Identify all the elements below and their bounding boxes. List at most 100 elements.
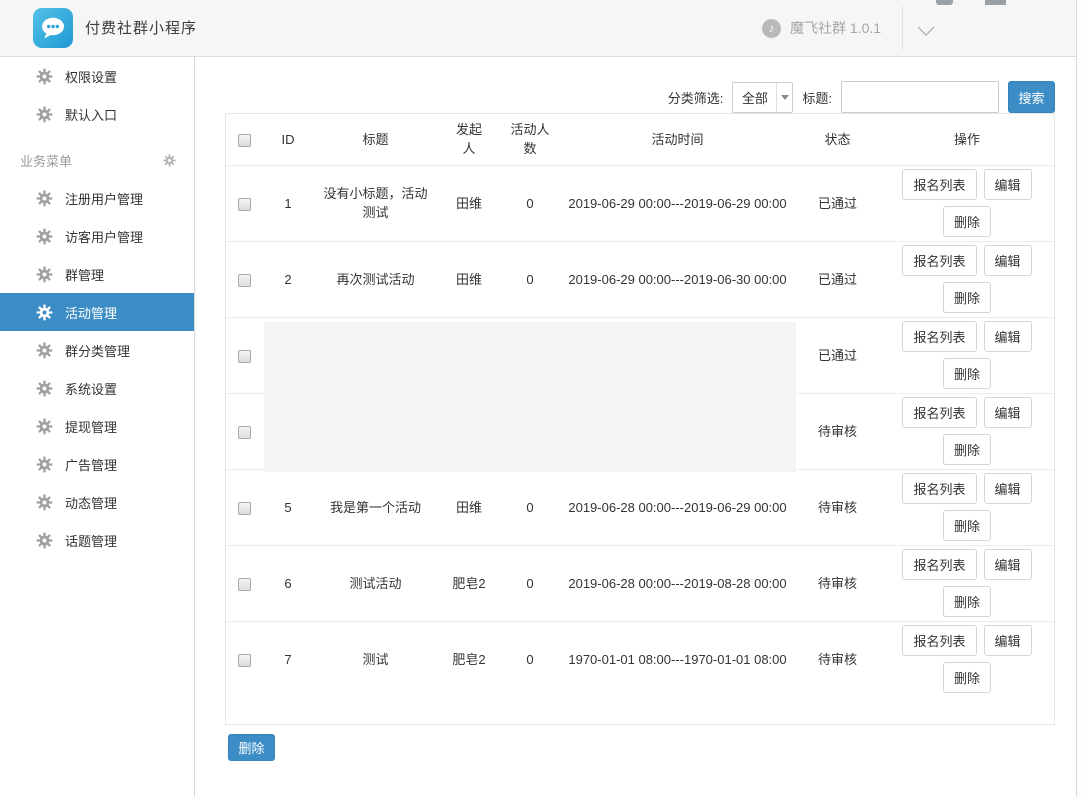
category-select[interactable]: 全部 xyxy=(732,82,793,113)
row-checkbox[interactable] xyxy=(238,274,251,287)
delete-button[interactable]: 删除 xyxy=(943,510,991,541)
signup-list-button[interactable]: 报名列表 xyxy=(902,473,976,504)
sidebar-item-12[interactable]: 话题管理 xyxy=(0,521,194,559)
main-content: 分类筛选: 全部 标题: 搜索 ID标题发起人活动人数活动时间状态操作 1没有小… xyxy=(196,57,1076,797)
page: 付费社群小程序 ♪ 魔飞社群 1.0.1 权限设置 xyxy=(0,0,1087,797)
gear-icon xyxy=(36,342,53,359)
signup-list-button[interactable]: 报名列表 xyxy=(902,625,976,656)
sidebar-item-5[interactable]: 群管理 xyxy=(0,255,194,293)
column-header: ID xyxy=(282,130,295,149)
cell-title: 测试活动 xyxy=(349,574,401,593)
header-divider xyxy=(902,6,903,50)
gear-icon xyxy=(36,304,53,321)
sidebar-item-label: 注册用户管理 xyxy=(65,189,143,208)
browser-artifact-arrow xyxy=(936,0,953,5)
edit-button[interactable]: 编辑 xyxy=(984,321,1032,352)
sidebar-item-8[interactable]: 系统设置 xyxy=(0,369,194,407)
cell-participants: 0 xyxy=(526,574,533,593)
cell-time: 2019-06-28 00:00---2019-06-29 00:00 xyxy=(568,498,786,517)
edit-button[interactable]: 编辑 xyxy=(984,397,1032,428)
delete-button[interactable]: 删除 xyxy=(943,358,991,389)
delete-button[interactable]: 删除 xyxy=(943,206,991,237)
sidebar-item-3[interactable]: 注册用户管理 xyxy=(0,179,194,217)
dropdown-arrow-icon[interactable] xyxy=(776,83,792,112)
sidebar-item-7[interactable]: 群分类管理 xyxy=(0,331,194,369)
edit-button[interactable]: 编辑 xyxy=(984,169,1032,200)
sidebar-item-label: 话题管理 xyxy=(65,531,117,550)
edit-button[interactable]: 编辑 xyxy=(984,473,1032,504)
cell-initiator: 肥皂2 xyxy=(452,650,485,669)
cell-status: 待审核 xyxy=(818,650,857,669)
delete-button[interactable]: 删除 xyxy=(943,282,991,313)
gear-icon[interactable] xyxy=(163,154,176,167)
signup-list-button[interactable]: 报名列表 xyxy=(902,169,976,200)
gear-icon xyxy=(36,228,53,245)
sidebar-item-0[interactable]: 权限设置 xyxy=(0,57,194,95)
delete-button[interactable]: 删除 xyxy=(943,586,991,617)
gear-icon xyxy=(36,494,53,511)
search-button[interactable]: 搜索 xyxy=(1008,81,1055,113)
delete-button[interactable]: 删除 xyxy=(943,662,991,693)
sidebar-item-4[interactable]: 访客用户管理 xyxy=(0,217,194,255)
sidebar-item-9[interactable]: 提现管理 xyxy=(0,407,194,445)
cell-status: 待审核 xyxy=(818,422,857,441)
sidebar-item-10[interactable]: 广告管理 xyxy=(0,445,194,483)
sidebar-item-label: 访客用户管理 xyxy=(65,227,143,246)
gear-icon xyxy=(36,106,53,123)
bulk-delete-button[interactable]: 删除 xyxy=(228,734,275,761)
cell-initiator: 田维 xyxy=(456,270,482,289)
sidebar: 权限设置 默认入口业务菜单 xyxy=(0,57,195,797)
delete-button[interactable]: 删除 xyxy=(943,434,991,465)
music-note-icon: ♪ xyxy=(762,19,781,38)
row-checkbox[interactable] xyxy=(238,198,251,211)
sidebar-item-label: 动态管理 xyxy=(65,493,117,512)
cell-initiator: 田维 xyxy=(456,498,482,517)
sidebar-item-label: 提现管理 xyxy=(65,417,117,436)
row-checkbox[interactable] xyxy=(238,502,251,515)
cell-id: 2 xyxy=(284,270,291,289)
gear-icon xyxy=(36,190,53,207)
table-row: 6测试活动肥皂202019-06-28 00:00---2019-08-28 0… xyxy=(226,545,1054,621)
row-checkbox[interactable] xyxy=(238,578,251,591)
row-checkbox[interactable] xyxy=(238,426,251,439)
sidebar-item-6[interactable]: 活动管理 xyxy=(0,293,194,331)
scrollbar[interactable] xyxy=(1076,0,1087,797)
edit-button[interactable]: 编辑 xyxy=(984,625,1032,656)
filter-bar: 分类筛选: 全部 标题: 搜索 xyxy=(196,81,1055,113)
select-all-checkbox[interactable] xyxy=(238,134,251,147)
cell-id: 1 xyxy=(284,194,291,213)
row-checkbox[interactable] xyxy=(238,350,251,363)
cell-initiator: 田维 xyxy=(456,194,482,213)
signup-list-button[interactable]: 报名列表 xyxy=(902,549,976,580)
sidebar-item-label: 系统设置 xyxy=(65,379,117,398)
table-row: 5我是第一个活动田维02019-06-28 00:00---2019-06-29… xyxy=(226,469,1054,545)
edit-button[interactable]: 编辑 xyxy=(984,245,1032,276)
signup-list-button[interactable]: 报名列表 xyxy=(902,245,976,276)
sidebar-item-label: 群管理 xyxy=(65,265,104,284)
cell-status: 已通过 xyxy=(818,270,857,289)
column-header: 活动时间 xyxy=(651,130,703,149)
signup-list-button[interactable]: 报名列表 xyxy=(902,397,976,428)
cell-id: 6 xyxy=(284,574,291,593)
category-select-value: 全部 xyxy=(733,88,776,107)
cell-participants: 0 xyxy=(526,194,533,213)
cell-status: 已通过 xyxy=(818,346,857,365)
column-header: 状态 xyxy=(824,130,850,149)
chevron-down-icon[interactable] xyxy=(916,24,936,36)
sidebar-section-header: 业务菜单 xyxy=(0,141,194,179)
sidebar-item-label: 权限设置 xyxy=(65,67,117,86)
title-input[interactable] xyxy=(841,81,999,113)
sidebar-item-label: 群分类管理 xyxy=(65,341,130,360)
row-checkbox[interactable] xyxy=(238,654,251,667)
sidebar-item-1[interactable]: 默认入口 xyxy=(0,95,194,133)
cell-status: 待审核 xyxy=(818,574,857,593)
edit-button[interactable]: 编辑 xyxy=(984,549,1032,580)
title-filter-label: 标题: xyxy=(802,88,832,107)
table-header-row: ID标题发起人活动人数活动时间状态操作 xyxy=(226,114,1054,165)
sidebar-item-11[interactable]: 动态管理 xyxy=(0,483,194,521)
column-header: 发起人 xyxy=(452,120,486,158)
sidebar-section-label: 业务菜单 xyxy=(20,151,163,170)
signup-list-button[interactable]: 报名列表 xyxy=(902,321,976,352)
activities-table: ID标题发起人活动人数活动时间状态操作 1没有小标题，活动测试田维02019-0… xyxy=(225,113,1055,725)
gear-icon xyxy=(36,418,53,435)
